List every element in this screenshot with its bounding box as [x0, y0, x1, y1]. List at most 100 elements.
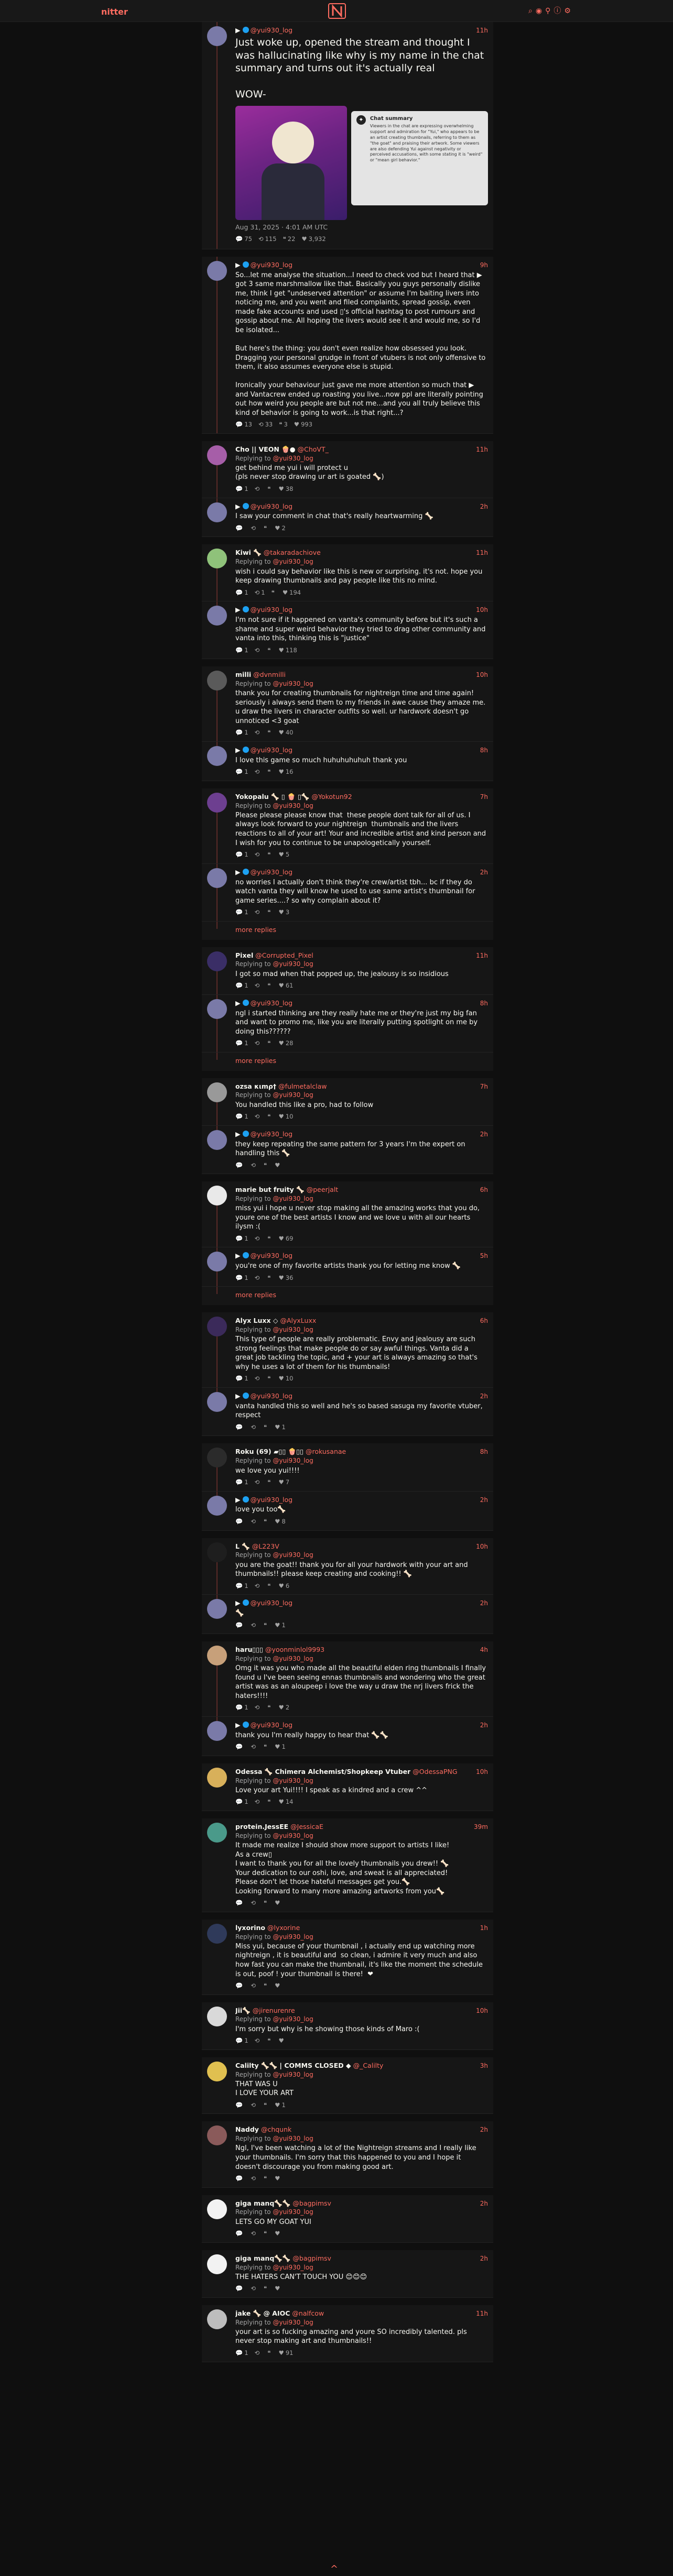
avatar[interactable] — [207, 445, 227, 465]
main-tweet[interactable]: ▶ @yui930_log 11h Just woke up, opened t… — [202, 22, 493, 249]
replies-stat[interactable]: 💬 75 — [235, 235, 252, 244]
quotes-stat[interactable]: ❝ — [267, 729, 272, 737]
replies-stat[interactable]: 💬 — [235, 1161, 244, 1170]
tweet-username[interactable]: @JessicaE — [290, 1823, 323, 1832]
reply-tweet[interactable]: Jii🦴 @jirenurenre 10h Replying to @yui930_l… — [202, 2002, 493, 2050]
avatar[interactable] — [207, 999, 227, 1019]
tweet-fullname[interactable]: ▶ — [235, 502, 241, 511]
avatar[interactable] — [207, 2254, 227, 2274]
tweet-time[interactable]: 2h — [477, 868, 488, 876]
quotes-stat[interactable]: ❝ — [267, 1478, 272, 1487]
link-icon[interactable]: ⚲ — [545, 6, 550, 16]
quotes-stat[interactable]: ❝ — [264, 1621, 268, 1630]
quotes-stat[interactable]: ❝ — [267, 851, 272, 859]
tweet-username[interactable]: @lyxorine — [267, 1924, 300, 1933]
reply-tweet[interactable]: giga manq🦴🦴 @bagpimsv 2h Replying to @yui93… — [202, 2195, 493, 2243]
tweet-time[interactable]: 3h — [477, 2062, 488, 2070]
tweet-fullname[interactable]: marie but fruity 🦴 — [235, 1186, 305, 1194]
quotes-stat[interactable]: ❝ — [264, 1743, 268, 1751]
avatar[interactable] — [207, 671, 227, 691]
likes-stat[interactable]: ♥ 993 — [294, 421, 312, 429]
tweet-time[interactable]: 1h — [477, 1924, 488, 1932]
quotes-stat[interactable]: ❝ — [267, 1582, 272, 1591]
retweets-stat[interactable]: ⟲ — [255, 908, 262, 917]
replies-stat[interactable]: 💬 — [235, 1982, 244, 1990]
tweet-username[interactable]: @Corrupted_Pixel — [255, 951, 313, 960]
likes-stat[interactable]: ♥ 8 — [275, 1518, 286, 1526]
retweets-stat[interactable]: ⟲ — [251, 1982, 257, 1990]
replies-stat[interactable]: 💬 1 — [235, 851, 248, 859]
settings-icon[interactable]: ⚙ — [564, 6, 571, 16]
reply-tweet[interactable]: Odessa 🦴 Chimera Alchemist/Shopkeep Vtub… — [202, 1763, 493, 1811]
likes-stat[interactable]: ♥ 40 — [279, 729, 294, 737]
retweets-stat[interactable]: ⟲ — [251, 1621, 257, 1630]
retweets-stat[interactable]: ⟲ — [251, 1161, 257, 1170]
reply-to-link[interactable]: @yui930_log — [273, 2015, 313, 2023]
tweet-date[interactable]: Aug 31, 2025 · 4:01 AM UTC — [235, 223, 488, 232]
likes-stat[interactable]: ♥ 28 — [279, 1039, 294, 1048]
tweet-username[interactable]: @yui930_log — [251, 1130, 292, 1139]
retweets-stat[interactable]: ⟲ — [251, 2101, 257, 2110]
replies-stat[interactable]: 💬 1 — [235, 908, 248, 917]
replies-stat[interactable]: 💬 — [235, 1621, 244, 1630]
tweet-username[interactable]: @yui930_log — [251, 1496, 292, 1505]
reply-tweet[interactable]: ▶ @yui930_log 10h I'm not sure if it happen… — [202, 601, 493, 660]
scroll-to-top-icon[interactable]: ^ — [330, 2563, 338, 2575]
likes-stat[interactable]: ♥ 38 — [279, 485, 294, 494]
avatar[interactable] — [207, 1391, 227, 1412]
tweet-username[interactable]: @fulmetalclaw — [278, 1082, 327, 1091]
retweets-stat[interactable]: ⟲ — [255, 1375, 262, 1383]
tweet-time[interactable]: 2h — [477, 1130, 488, 1138]
reply-tweet[interactable]: ▶ @yui930_log 2h thank you I'm really happy… — [202, 1716, 493, 1756]
tweet-username[interactable]: @Yokotun92 — [311, 793, 352, 802]
replies-stat[interactable]: 💬 — [235, 2175, 244, 2183]
avatar[interactable] — [207, 1448, 227, 1468]
retweets-stat[interactable]: ⟲ 33 — [258, 421, 273, 429]
likes-stat[interactable]: ♥ 2 — [275, 524, 286, 533]
avatar[interactable] — [207, 1252, 227, 1272]
likes-stat[interactable]: ♥ — [279, 2037, 286, 2045]
quotes-stat[interactable]: ❝ — [264, 1518, 268, 1526]
retweets-stat[interactable]: ⟲ — [251, 1423, 257, 1432]
more-replies-link[interactable]: more replies — [202, 1052, 493, 1071]
likes-stat[interactable]: ♥ — [275, 1982, 281, 1990]
tweet-username[interactable]: @jirenurenre — [253, 2007, 295, 2015]
replies-stat[interactable]: 💬 — [235, 1743, 244, 1751]
tweet-fullname[interactable]: Alyx Luxx ◇ — [235, 1317, 278, 1325]
reply-tweet[interactable]: Yokopalu 🦴 ▯ 🍿 ▯🦴 @Yokotun92 7h Replying to… — [202, 788, 493, 864]
tweet-fullname[interactable]: Pixel — [235, 951, 253, 960]
tweet-time[interactable]: 8h — [477, 1448, 488, 1456]
avatar[interactable] — [207, 1822, 227, 1843]
retweets-stat[interactable]: ⟲ — [251, 2175, 257, 2183]
retweets-stat[interactable]: ⟲ — [255, 1235, 262, 1243]
reply-to-link[interactable]: @yui930_log — [273, 2208, 313, 2216]
rss-icon[interactable]: ◉ — [536, 6, 542, 16]
quotes-stat[interactable]: ❝ — [264, 2285, 268, 2293]
tweet-fullname[interactable]: Naddy — [235, 2125, 259, 2134]
retweets-stat[interactable]: ⟲ — [255, 646, 262, 655]
likes-stat[interactable]: ♥ — [275, 2175, 281, 2183]
tweet-time[interactable]: 2h — [477, 2254, 488, 2263]
tweet-fullname[interactable]: giga manq🦴🦴 — [235, 2199, 290, 2208]
likes-stat[interactable]: ♥ 5 — [279, 851, 290, 859]
reply-tweet[interactable]: protein.JessEE @JessicaE 39m Replying to @y… — [202, 1818, 493, 1912]
retweets-stat[interactable]: ⟲ — [255, 1478, 262, 1487]
tweet-fullname[interactable]: ▶ — [235, 1252, 241, 1260]
retweets-stat[interactable]: ⟲ — [251, 1899, 257, 1908]
reply-to-link[interactable]: @yui930_log — [273, 960, 313, 968]
replies-stat[interactable]: 💬 1 — [235, 1375, 248, 1383]
likes-stat[interactable]: ♥ — [275, 1161, 281, 1170]
reply-tweet[interactable]: giga manq🦴🦴 @bagpimsv 2h Replying to @yui93… — [202, 2250, 493, 2298]
quotes-stat[interactable]: ❝ — [264, 1982, 268, 1990]
replies-stat[interactable]: 💬 1 — [235, 729, 248, 737]
tweet-username[interactable]: @bagpimsv — [292, 2199, 331, 2208]
tweet-time[interactable]: 6h — [477, 1186, 488, 1194]
avatar[interactable] — [207, 2125, 227, 2146]
likes-stat[interactable]: ♥ 194 — [283, 589, 301, 597]
tweet-fullname[interactable]: ▶ — [235, 26, 241, 35]
avatar[interactable] — [207, 1767, 227, 1788]
reply-tweet[interactable]: marie but fruity 🦴 @peerjalt 6h Replying to… — [202, 1181, 493, 1248]
likes-stat[interactable]: ♥ — [275, 2230, 281, 2238]
quotes-stat[interactable]: ❝ 22 — [283, 235, 296, 244]
tweet-username[interactable]: @yui930_log — [251, 1392, 292, 1401]
